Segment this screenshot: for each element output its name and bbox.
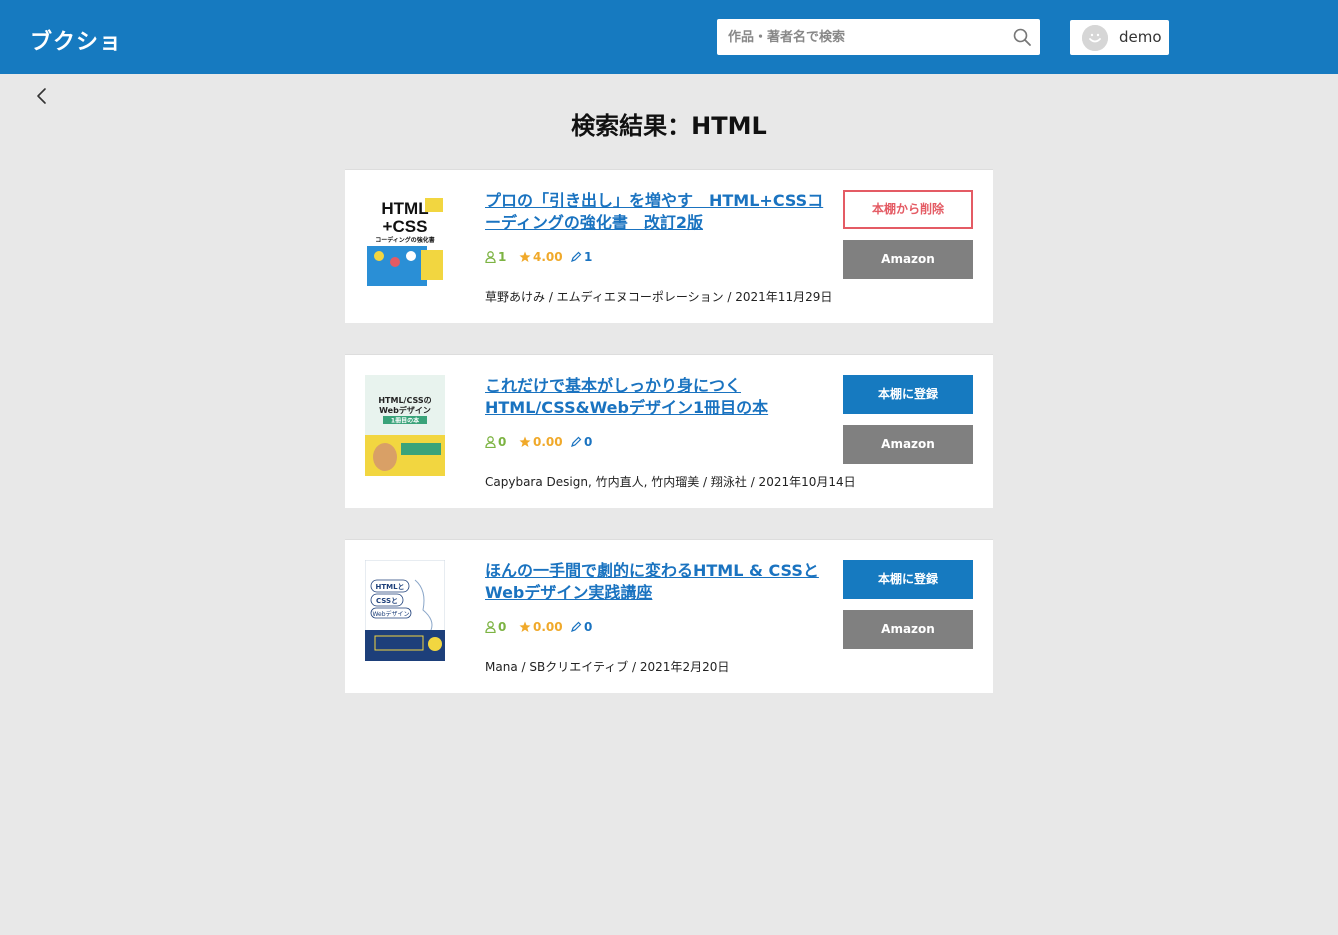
pencil-icon xyxy=(571,436,582,447)
star-icon xyxy=(519,621,531,632)
header: ブクショ demo xyxy=(0,0,1338,74)
book-meta: Capybara Design, 竹内直人, 竹内瑠美 / 翔泳社 / 2021… xyxy=(485,475,856,489)
user-icon xyxy=(485,621,496,633)
user-menu-button[interactable]: demo xyxy=(1070,20,1169,55)
book-meta: 草野あけみ / エムディエヌコーポレーション / 2021年11月29日 xyxy=(485,290,833,304)
amazon-button[interactable]: Amazon xyxy=(843,425,973,464)
rating: 4.00 xyxy=(519,250,563,264)
amazon-button[interactable]: Amazon xyxy=(843,240,973,279)
book-title-link[interactable]: プロの「引き出し」を増やす HTML+CSSコーディングの強化書 改訂2版 xyxy=(485,190,830,234)
cover-subtitle: Webデザイン xyxy=(372,610,409,618)
remove-from-shelf-button[interactable]: 本棚から削除 xyxy=(843,190,973,229)
cover-title-line1: HTML xyxy=(381,199,428,218)
search-box[interactable] xyxy=(717,19,1040,55)
book-meta: Mana / SBクリエイティブ / 2021年2月20日 xyxy=(485,660,730,674)
review-count: 0 xyxy=(570,435,592,449)
app-logo[interactable]: ブクショ xyxy=(30,24,122,56)
book-cover[interactable]: HTML +CSS コーディングの強化書 xyxy=(365,190,445,296)
star-icon xyxy=(519,251,531,262)
user-name: demo xyxy=(1119,28,1162,46)
cover-subtitle: 1冊目の本 xyxy=(391,417,420,425)
cover-title-line1: HTML/CSSの xyxy=(378,396,431,405)
cover-title-line2: Webデザイン xyxy=(379,405,431,415)
cover-subtitle: コーディングの強化書 xyxy=(375,236,435,244)
search-icon[interactable] xyxy=(1012,27,1032,47)
rating: 0.00 xyxy=(519,620,563,634)
add-to-shelf-button[interactable]: 本棚に登録 xyxy=(843,375,973,414)
pencil-icon xyxy=(571,621,582,632)
pencil-icon xyxy=(571,251,582,262)
add-to-shelf-button[interactable]: 本棚に登録 xyxy=(843,560,973,599)
star-icon xyxy=(519,436,531,447)
book-title-link[interactable]: ほんの一手間で劇的に変わるHTML & CSSとWebデザイン実践講座 xyxy=(485,560,830,604)
user-icon xyxy=(485,436,496,448)
rating: 0.00 xyxy=(519,435,563,449)
user-count: 0 xyxy=(485,435,506,449)
user-count: 0 xyxy=(485,620,506,634)
back-icon[interactable] xyxy=(32,86,52,106)
book-cover[interactable]: HTML/CSSの Webデザイン 1冊目の本 xyxy=(365,375,445,481)
page-title: 検索結果：HTML xyxy=(571,112,767,140)
review-count: 1 xyxy=(570,250,592,264)
book-title-link[interactable]: これだけで基本がしっかり身につく HTML/CSS&Webデザイン1冊目の本 xyxy=(485,375,830,419)
cover-title-line2: +CSS xyxy=(383,217,428,236)
search-input[interactable] xyxy=(717,19,1007,55)
book-card: HTML +CSS コーディングの強化書 プロの「引き出し」を増やす HTML+… xyxy=(345,169,993,323)
book-card: HTMLと CSSと Webデザイン ほんの一手間で劇的に変わるHTML & C… xyxy=(345,539,993,693)
avatar xyxy=(1082,25,1108,51)
book-cover[interactable]: HTMLと CSSと Webデザイン xyxy=(364,559,446,666)
user-icon xyxy=(485,251,496,263)
book-card: HTML/CSSの Webデザイン 1冊目の本 これだけで基本がしっかり身につく… xyxy=(345,354,993,508)
cover-title-line2: CSSと xyxy=(376,597,398,605)
cover-title-line1: HTMLと xyxy=(375,583,404,591)
amazon-button[interactable]: Amazon xyxy=(843,610,973,649)
user-count: 1 xyxy=(485,250,506,264)
review-count: 0 xyxy=(570,620,592,634)
